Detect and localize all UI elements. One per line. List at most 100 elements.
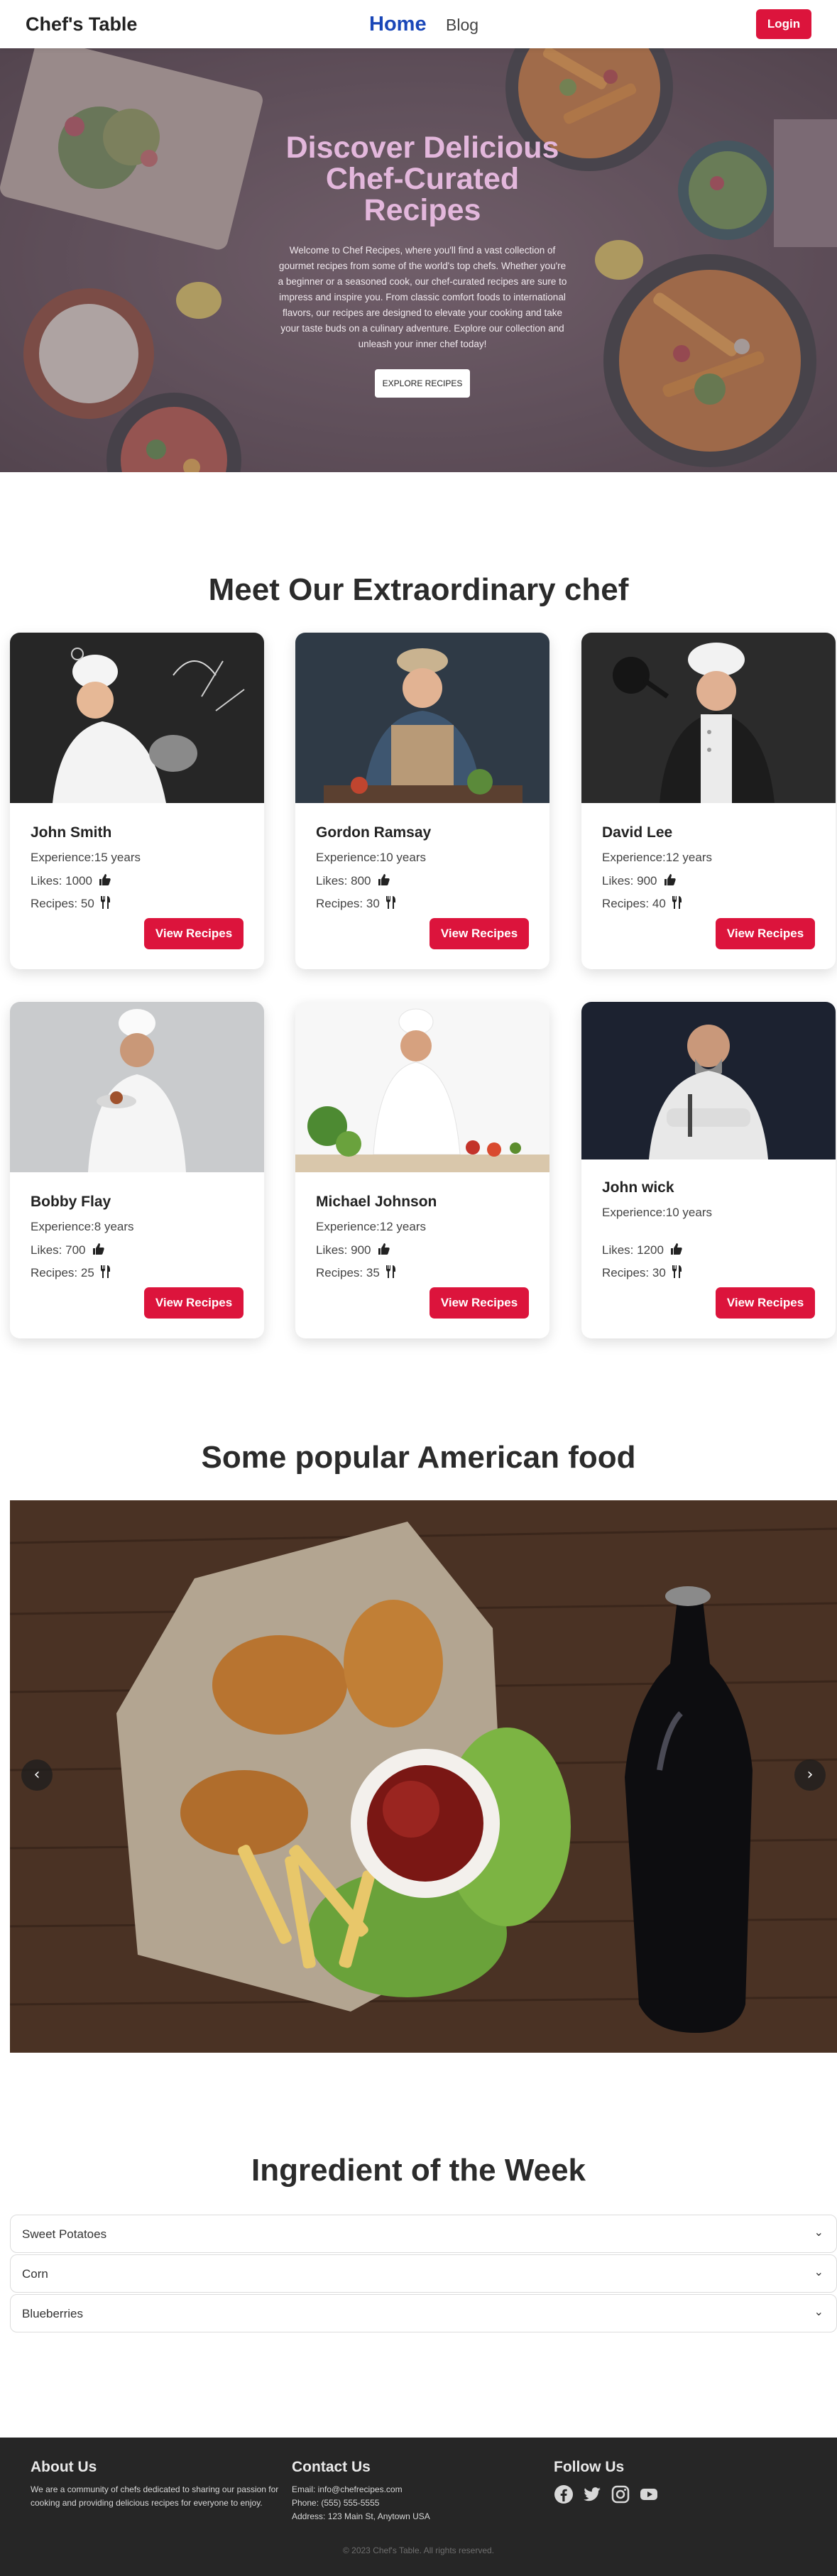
view-recipes-button[interactable]: View Recipes bbox=[716, 918, 815, 949]
chef-card: Gordon Ramsay Experience:10 years Likes:… bbox=[295, 633, 549, 969]
chef-experience: Experience:10 years bbox=[316, 851, 426, 864]
likes-value: Likes: 800 bbox=[316, 874, 371, 888]
explore-recipes-button[interactable]: EXPLORE RECIPES bbox=[375, 369, 470, 398]
view-recipes-button[interactable]: View Recipes bbox=[716, 1287, 815, 1319]
chef-photo bbox=[10, 633, 264, 803]
chevron-down-icon: ⌄ bbox=[814, 2225, 824, 2239]
chef-experience: Experience:10 years bbox=[602, 1206, 712, 1219]
utensils-icon bbox=[100, 896, 111, 912]
hero-section: Discover Delicious Chef-Curated Recipes … bbox=[0, 48, 837, 472]
chef-recipes: Recipes: 30 bbox=[316, 896, 397, 912]
footer-address: Address: 123 Main St, Anytown USA bbox=[292, 2511, 430, 2521]
recipes-value: Recipes: 25 bbox=[31, 1266, 94, 1279]
chef-card: Bobby Flay Experience:8 years Likes: 700… bbox=[10, 1002, 264, 1338]
utensils-icon bbox=[385, 1265, 397, 1282]
footer-phone: Phone: (555) 555-5555 bbox=[292, 2498, 380, 2508]
view-recipes-button[interactable]: View Recipes bbox=[430, 1287, 529, 1319]
hero-description: Welcome to Chef Recipes, where you'll fi… bbox=[278, 245, 567, 349]
carousel-next-button[interactable]: › bbox=[794, 1759, 826, 1791]
footer-copyright: © 2023 Chef's Table. All rights reserved… bbox=[342, 2545, 495, 2555]
footer-contact: Contact Us Email: info@chefrecipes.com P… bbox=[292, 2459, 540, 2523]
hero-content: Discover Delicious Chef-Curated Recipes … bbox=[276, 132, 569, 398]
footer-about-title: About Us bbox=[31, 2459, 97, 2475]
chef-card: John Smith Experience:15 years Likes: 10… bbox=[10, 633, 264, 969]
instagram-icon[interactable] bbox=[611, 2484, 630, 2504]
chevron-down-icon: ⌄ bbox=[814, 2305, 824, 2318]
carousel-slide-image bbox=[10, 1500, 837, 2053]
thumbs-up-icon bbox=[669, 1243, 682, 1259]
thumbs-up-icon bbox=[98, 873, 111, 890]
navbar: Chef's Table Home Blog Login bbox=[0, 0, 837, 48]
nav-blog-link[interactable]: Blog bbox=[446, 16, 478, 35]
chef-recipes: Recipes: 25 bbox=[31, 1265, 111, 1282]
carousel-prev-button[interactable]: ‹ bbox=[21, 1759, 53, 1791]
footer-contact-title: Contact Us bbox=[292, 2459, 371, 2475]
chef-photo bbox=[295, 1002, 549, 1172]
footer-about: About Us We are a community of chefs ded… bbox=[31, 2459, 279, 2510]
brand-logo[interactable]: Chef's Table bbox=[26, 13, 137, 36]
chef-name: John wick bbox=[602, 1179, 674, 1196]
chef-card: David Lee Experience:12 years Likes: 900… bbox=[581, 633, 836, 969]
chef-experience: Experience:12 years bbox=[602, 851, 712, 864]
utensils-icon bbox=[672, 1265, 683, 1282]
social-links bbox=[554, 2484, 767, 2504]
chef-recipes: Recipes: 50 bbox=[31, 896, 111, 912]
utensils-icon bbox=[100, 1265, 111, 1282]
login-button[interactable]: Login bbox=[756, 9, 811, 39]
recipes-value: Recipes: 40 bbox=[602, 897, 666, 910]
facebook-icon[interactable] bbox=[554, 2484, 574, 2504]
ingredient-section-title: Ingredient of the Week bbox=[251, 2153, 586, 2188]
chef-card: John wick Experience:10 years Likes: 120… bbox=[581, 1002, 836, 1338]
recipes-value: Recipes: 35 bbox=[316, 1266, 380, 1279]
footer-about-text: We are a community of chefs dedicated to… bbox=[31, 2484, 279, 2508]
chef-name: Bobby Flay bbox=[31, 1194, 111, 1210]
food-section-title: Some popular American food bbox=[201, 1440, 636, 1475]
footer-email[interactable]: Email: info@chefrecipes.com bbox=[292, 2483, 540, 2496]
thumbs-up-icon bbox=[377, 1243, 390, 1259]
chef-name: Gordon Ramsay bbox=[316, 824, 432, 841]
utensils-icon bbox=[385, 896, 397, 912]
youtube-icon[interactable] bbox=[639, 2484, 659, 2504]
chef-likes: Likes: 800 bbox=[316, 873, 390, 890]
chef-photo bbox=[581, 1002, 836, 1159]
footer-follow: Follow Us bbox=[554, 2459, 767, 2504]
footer-contact-details: Email: info@chefrecipes.com Phone: (555)… bbox=[292, 2483, 540, 2523]
chef-likes: Likes: 1200 bbox=[602, 1243, 682, 1259]
chef-photo bbox=[295, 633, 549, 803]
chef-likes: Likes: 700 bbox=[31, 1243, 104, 1259]
chef-recipes: Recipes: 30 bbox=[602, 1265, 683, 1282]
recipes-value: Recipes: 30 bbox=[316, 897, 380, 910]
thumbs-up-icon bbox=[377, 873, 390, 890]
accordion-label: Sweet Potatoes bbox=[22, 2227, 107, 2241]
food-carousel[interactable]: ‹ › bbox=[10, 1500, 837, 2053]
likes-value: Likes: 1200 bbox=[602, 1243, 664, 1257]
recipes-value: Recipes: 50 bbox=[31, 897, 94, 910]
recipes-value: Recipes: 30 bbox=[602, 1266, 666, 1279]
accordion-item-sweet-potatoes[interactable]: Sweet Potatoes ⌄ bbox=[10, 2215, 837, 2253]
utensils-icon bbox=[672, 896, 683, 912]
footer: About Us We are a community of chefs ded… bbox=[0, 2438, 837, 2576]
accordion-label: Blueberries bbox=[22, 2307, 83, 2320]
likes-value: Likes: 900 bbox=[316, 1243, 371, 1257]
likes-value: Likes: 1000 bbox=[31, 874, 92, 888]
nav-home-link[interactable]: Home bbox=[369, 13, 427, 36]
chef-name: David Lee bbox=[602, 824, 673, 841]
view-recipes-button[interactable]: View Recipes bbox=[144, 918, 244, 949]
accordion-item-blueberries[interactable]: Blueberries ⌄ bbox=[10, 2294, 837, 2332]
chef-experience: Experience:12 years bbox=[316, 1220, 426, 1233]
thumbs-up-icon bbox=[663, 873, 676, 890]
chef-likes: Likes: 1000 bbox=[31, 873, 111, 890]
chef-recipes: Recipes: 40 bbox=[602, 896, 683, 912]
chef-name: John Smith bbox=[31, 824, 112, 841]
chef-experience: Experience:15 years bbox=[31, 851, 141, 864]
accordion-item-corn[interactable]: Corn ⌄ bbox=[10, 2254, 837, 2293]
thumbs-up-icon bbox=[92, 1243, 104, 1259]
view-recipes-button[interactable]: View Recipes bbox=[430, 918, 529, 949]
twitter-icon[interactable] bbox=[582, 2484, 602, 2504]
chef-recipes: Recipes: 35 bbox=[316, 1265, 397, 1282]
view-recipes-button[interactable]: View Recipes bbox=[144, 1287, 244, 1319]
chevron-down-icon: ⌄ bbox=[814, 2265, 824, 2278]
likes-value: Likes: 900 bbox=[602, 874, 657, 888]
accordion-label: Corn bbox=[22, 2267, 48, 2281]
likes-value: Likes: 700 bbox=[31, 1243, 86, 1257]
